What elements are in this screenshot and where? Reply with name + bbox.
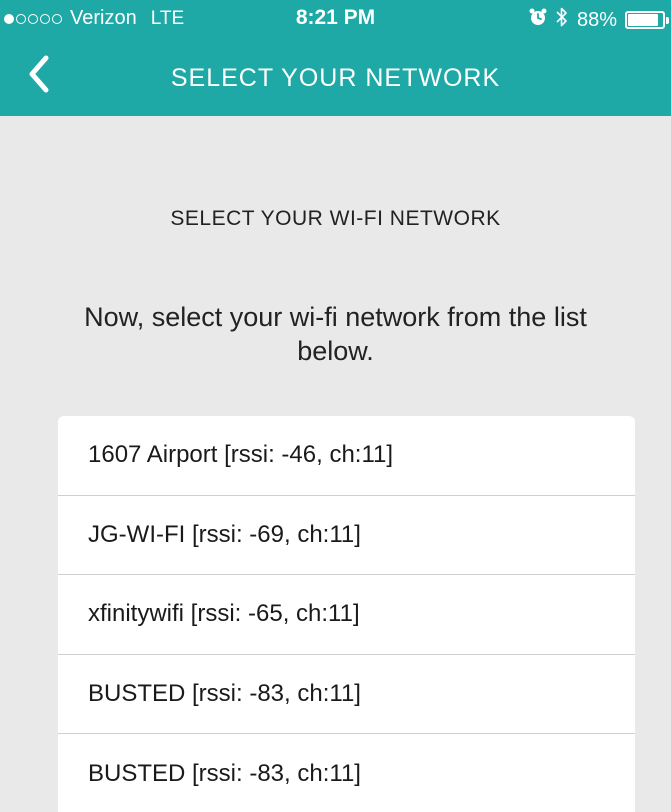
- network-item[interactable]: BUSTED [rssi: -83, ch:11]: [58, 734, 635, 812]
- network-item[interactable]: BUSTED [rssi: -83, ch:11]: [58, 655, 635, 734]
- network-item[interactable]: xfinitywifi [rssi: -65, ch:11]: [58, 575, 635, 655]
- page-title: SELECT YOUR NETWORK: [170, 64, 501, 92]
- network-item[interactable]: JG-WI-FI [rssi: -69, ch:11]: [58, 496, 635, 575]
- navigation-bar: SELECT YOUR NETWORK: [0, 36, 671, 116]
- section-heading: SELECT YOUR WI-FI NETWORK: [170, 207, 501, 230]
- app-screen: Verizon LTE 8:21 PM 88% SELECT YOUR NETW…: [0, 0, 671, 812]
- status-bar: Verizon LTE 8:21 PM 88%: [0, 0, 671, 36]
- network-item[interactable]: 1607 Airport [rssi: -46, ch:11]: [58, 416, 635, 496]
- battery-percent: 88%: [576, 8, 617, 31]
- header-area: Verizon LTE 8:21 PM 88% SELECT YOUR NETW…: [0, 0, 671, 116]
- instruction-text: Now, select your wi-fi network from the …: [84, 302, 587, 366]
- network-list: 1607 Airport [rssi: -46, ch:11] JG-WI-FI…: [58, 416, 635, 812]
- alarm-icon: [529, 8, 547, 32]
- battery-tip: [666, 17, 669, 24]
- battery-icon: [625, 11, 669, 29]
- battery-level: [628, 14, 658, 26]
- status-right: 88%: [529, 6, 669, 34]
- bluetooth-icon: [555, 6, 569, 34]
